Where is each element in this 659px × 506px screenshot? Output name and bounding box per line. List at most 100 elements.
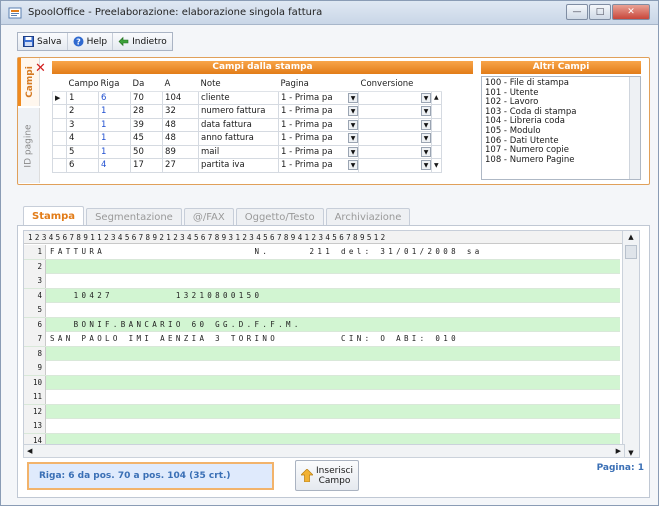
cell-note[interactable]: numero fattura: [198, 104, 280, 119]
cell-campo[interactable]: 1: [65, 90, 100, 105]
dropdown-arrow-icon[interactable]: ▼: [348, 133, 358, 144]
dropdown-arrow-icon[interactable]: ▼: [421, 106, 431, 117]
print-grid[interactable]: 1234567891123456789212345678931234567894…: [23, 230, 640, 458]
tab-stampa[interactable]: Stampa: [23, 206, 85, 226]
cell-pagina[interactable]: 1 - Prima pa ▼: [278, 90, 360, 105]
scrollbar-thumb[interactable]: [625, 245, 637, 259]
cell-riga[interactable]: 4: [98, 158, 132, 173]
print-row[interactable]: 12: [24, 404, 620, 419]
cell-conversione[interactable]: ▼: [358, 104, 433, 119]
cell-note[interactable]: mail: [198, 144, 280, 159]
list-scrollbar[interactable]: [629, 77, 640, 179]
cell-conversione[interactable]: ▼: [358, 144, 433, 159]
tab-oggetto-testo[interactable]: Oggetto/Testo: [235, 208, 324, 226]
close-button[interactable]: ✕: [612, 4, 650, 20]
scroll-down-icon[interactable]: ▼: [431, 158, 443, 173]
cell-a[interactable]: 89: [162, 144, 200, 159]
cell-conversione[interactable]: ▼: [358, 90, 433, 105]
print-row[interactable]: 6 BONIF.BANCARIO 60 GG.D.F.F.M.: [24, 317, 620, 332]
cell-pagina[interactable]: 1 - Prima pa ▼: [278, 144, 360, 159]
table-row[interactable]: ▶ 1 6 70 104 cliente 1 - Prima pa ▼ ▼ ▲: [52, 90, 443, 105]
cell-campo[interactable]: 3: [65, 117, 100, 132]
cell-da[interactable]: 39: [130, 117, 164, 132]
cell-a[interactable]: 48: [162, 117, 200, 132]
cell-pagina[interactable]: 1 - Prima pa ▼: [278, 131, 360, 146]
cell-a[interactable]: 104: [162, 90, 200, 105]
dropdown-arrow-icon[interactable]: ▼: [421, 119, 431, 130]
delete-icon[interactable]: ✕: [35, 62, 47, 75]
dropdown-arrow-icon[interactable]: ▼: [348, 92, 358, 103]
print-row[interactable]: 10: [24, 375, 620, 390]
cell-pagina[interactable]: 1 - Prima pa ▼: [278, 117, 360, 132]
cell-riga[interactable]: 1: [98, 144, 132, 159]
side-tab-id-pagine[interactable]: ID pagine: [18, 108, 40, 183]
cell-a[interactable]: 48: [162, 131, 200, 146]
table-scrollbar-track[interactable]: [431, 104, 443, 119]
print-row[interactable]: 9: [24, 361, 620, 376]
tab-archiviazione[interactable]: Archiviazione: [325, 208, 411, 226]
cell-note[interactable]: cliente: [198, 90, 280, 105]
cell-riga[interactable]: 1: [98, 104, 132, 119]
cell-campo[interactable]: 4: [65, 131, 100, 146]
print-row[interactable]: 13: [24, 419, 620, 434]
print-row[interactable]: 7 SAN PAOLO IMI AENZIA 3 TORINO CIN: O AB…: [24, 332, 620, 347]
tab-fax[interactable]: @/FAX: [183, 208, 234, 226]
maximize-button[interactable]: □: [589, 4, 611, 20]
insert-field-button[interactable]: Inserisci Campo: [295, 460, 359, 491]
cell-note[interactable]: data fattura: [198, 117, 280, 132]
cell-a[interactable]: 32: [162, 104, 200, 119]
print-row[interactable]: 3: [24, 274, 620, 289]
save-button[interactable]: Salva: [18, 33, 68, 50]
dropdown-arrow-icon[interactable]: ▼: [421, 160, 431, 171]
cell-a[interactable]: 27: [162, 158, 200, 173]
scroll-right-icon[interactable]: ▶: [616, 447, 621, 455]
print-row[interactable]: 8: [24, 346, 620, 361]
table-scrollbar-track[interactable]: [431, 144, 443, 159]
cell-pagina[interactable]: 1 - Prima pa ▼: [278, 158, 360, 173]
help-button[interactable]: ? Help: [68, 33, 114, 50]
dropdown-arrow-icon[interactable]: ▼: [421, 146, 431, 157]
grid-vertical-scrollbar[interactable]: ▲ ▼: [622, 231, 639, 457]
cell-note[interactable]: anno fattura: [198, 131, 280, 146]
print-row[interactable]: 1 FATTURA N. 211 del: 31/01/2008 sa: [24, 245, 620, 260]
print-row[interactable]: 4 10427 13210800150: [24, 288, 620, 303]
cell-conversione[interactable]: ▼: [358, 117, 433, 132]
cell-da[interactable]: 45: [130, 131, 164, 146]
dropdown-arrow-icon[interactable]: ▼: [348, 160, 358, 171]
scroll-up-icon[interactable]: ▲: [431, 90, 443, 105]
cell-campo[interactable]: 2: [65, 104, 100, 119]
cell-campo[interactable]: 5: [65, 144, 100, 159]
tab-segmentazione[interactable]: Segmentazione: [86, 208, 182, 226]
altri-campi-list[interactable]: 100 - File di stampa 101 - Utente 102 - …: [481, 76, 641, 180]
table-scrollbar-track[interactable]: [431, 117, 443, 132]
table-row[interactable]: 5 1 50 89 mail 1 - Prima pa ▼ ▼: [52, 144, 443, 159]
table-row[interactable]: 4 1 45 48 anno fattura 1 - Prima pa ▼ ▼: [52, 131, 443, 146]
cell-campo[interactable]: 6: [65, 158, 100, 173]
table-row[interactable]: 2 1 28 32 numero fattura 1 - Prima pa ▼ ▼: [52, 104, 443, 119]
cell-riga[interactable]: 1: [98, 131, 132, 146]
scroll-down-icon[interactable]: ▼: [623, 449, 639, 457]
list-item[interactable]: 108 - Numero Pagine: [485, 155, 637, 166]
table-row[interactable]: 3 1 39 48 data fattura 1 - Prima pa ▼ ▼: [52, 117, 443, 132]
grid-horizontal-scrollbar[interactable]: ◀ ▶: [23, 444, 625, 458]
cell-note[interactable]: partita iva: [198, 158, 280, 173]
minimize-button[interactable]: —: [566, 4, 588, 20]
cell-riga[interactable]: 1: [98, 117, 132, 132]
print-row[interactable]: 2: [24, 259, 620, 274]
cell-da[interactable]: 28: [130, 104, 164, 119]
dropdown-arrow-icon[interactable]: ▼: [348, 106, 358, 117]
dropdown-arrow-icon[interactable]: ▼: [348, 146, 358, 157]
cell-riga[interactable]: 6: [98, 90, 132, 105]
cell-conversione[interactable]: ▼: [358, 158, 433, 173]
cell-da[interactable]: 50: [130, 144, 164, 159]
print-row[interactable]: 5: [24, 303, 620, 318]
scroll-up-icon[interactable]: ▲: [623, 231, 639, 243]
print-row[interactable]: 11: [24, 390, 620, 405]
dropdown-arrow-icon[interactable]: ▼: [348, 119, 358, 130]
cell-da[interactable]: 70: [130, 90, 164, 105]
cell-da[interactable]: 17: [130, 158, 164, 173]
table-scrollbar-track[interactable]: [431, 131, 443, 146]
dropdown-arrow-icon[interactable]: ▼: [421, 133, 431, 144]
back-button[interactable]: Indietro: [113, 33, 172, 50]
dropdown-arrow-icon[interactable]: ▼: [421, 92, 431, 103]
